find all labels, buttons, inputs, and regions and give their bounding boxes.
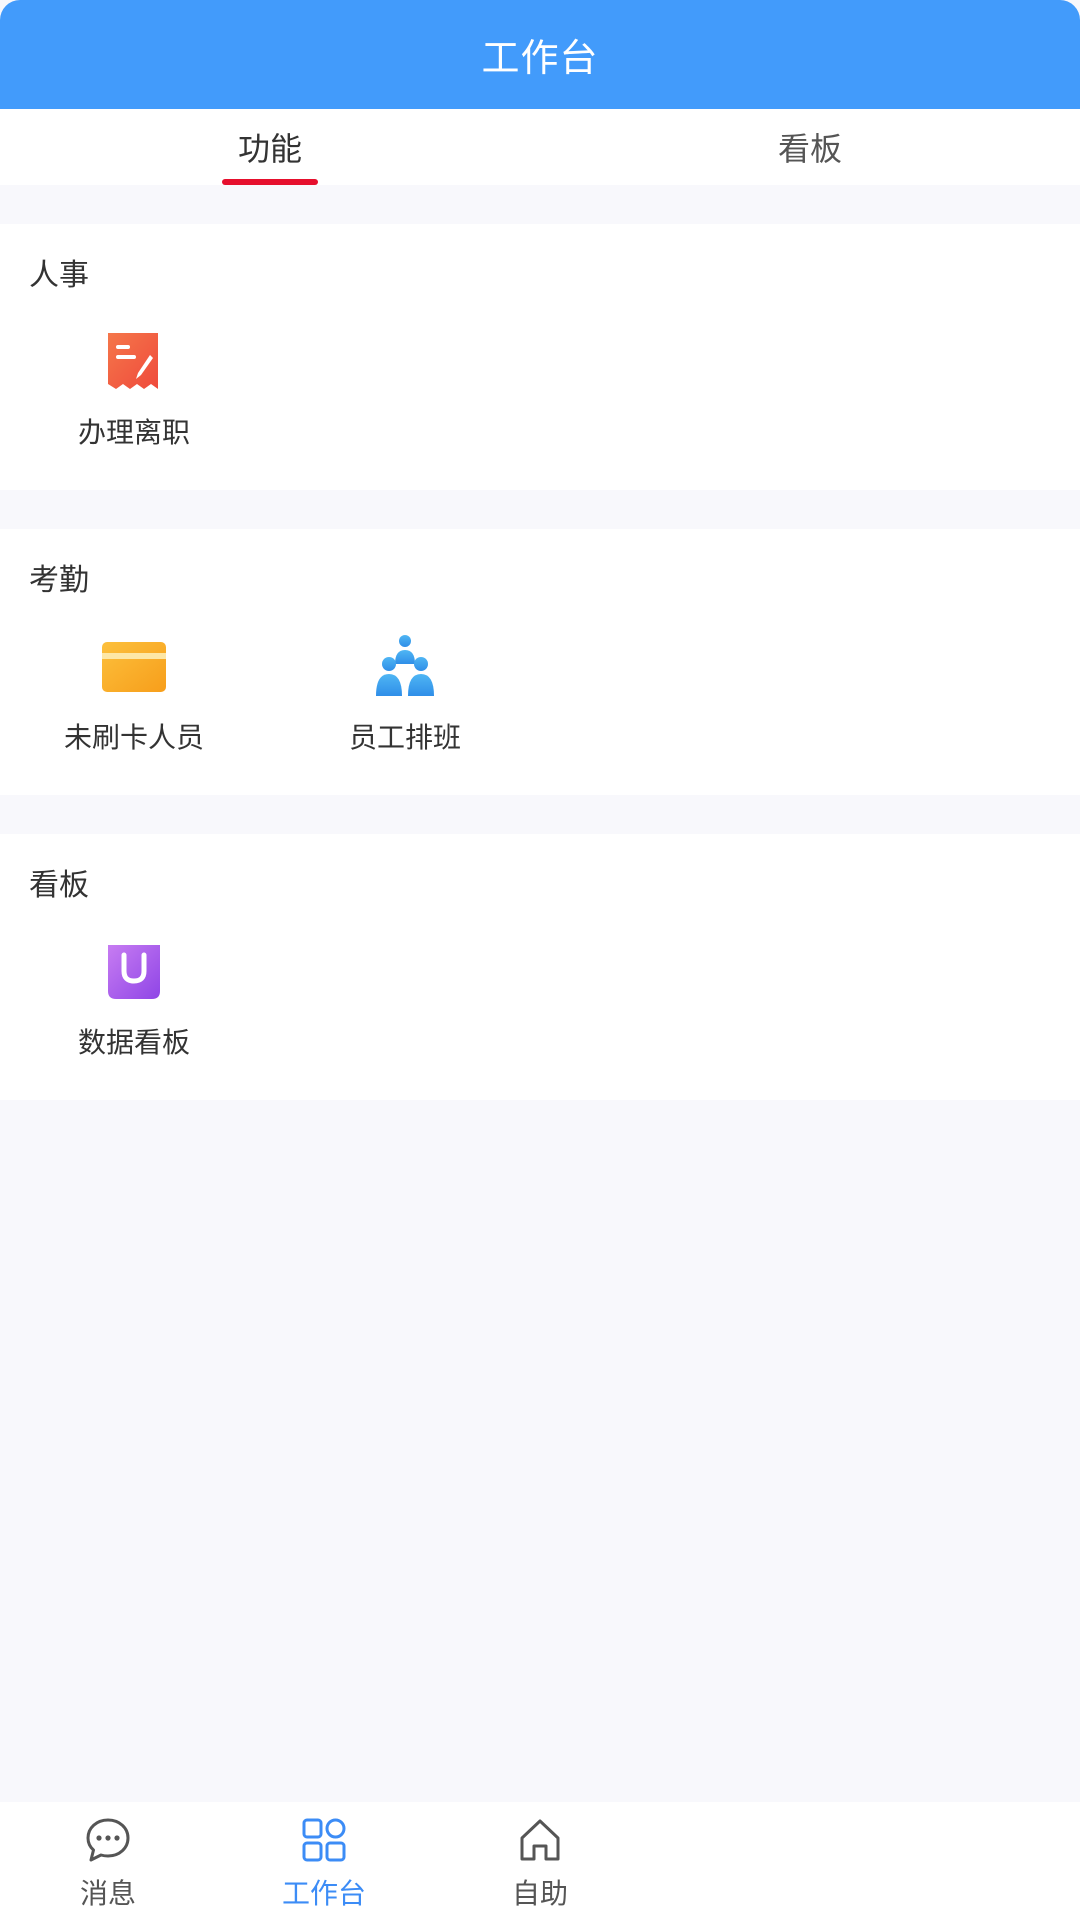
tile-label: 数据看板 xyxy=(77,1026,190,1059)
section-personnel: 人事 办理离职 xyxy=(0,224,1080,490)
tab-functions[interactable]: 功能 xyxy=(170,109,370,185)
active-tab-indicator xyxy=(222,179,318,185)
staff-schedule-tile[interactable]: 员工排班 xyxy=(295,634,515,764)
people-group-icon xyxy=(376,635,434,696)
bottom-tab-bar: 消息 工作台 自助 xyxy=(0,1802,1080,1920)
tile-label: 办理离职 xyxy=(77,416,190,449)
no-card-swipe-tile[interactable]: 未刷卡人员 xyxy=(24,634,244,764)
section-dashboard: 看板 数据看板 xyxy=(0,834,1080,1100)
chat-bubble-icon xyxy=(86,1818,130,1862)
section-title: 人事 xyxy=(29,258,89,293)
workbench-screen: 工作台 功能 看板 人事 办理离职 考勤 未刷卡人员 员工排班 看板 数据看板 … xyxy=(0,0,1080,1920)
section-title: 看板 xyxy=(29,868,89,903)
nav-self-service[interactable]: 自助 xyxy=(450,1802,630,1920)
nav-label: 消息 xyxy=(79,1877,136,1910)
app-header: 工作台 xyxy=(0,0,1080,109)
home-icon xyxy=(520,1819,560,1861)
grid-apps-icon xyxy=(302,1818,346,1862)
nav-label: 自助 xyxy=(511,1877,568,1910)
section-attendance: 考勤 未刷卡人员 员工排班 xyxy=(0,529,1080,795)
nav-workbench[interactable]: 工作台 xyxy=(234,1802,414,1920)
tile-label: 未刷卡人员 xyxy=(63,721,204,754)
tile-label: 员工排班 xyxy=(348,721,461,754)
page-title: 工作台 xyxy=(481,36,599,80)
nav-messages[interactable]: 消息 xyxy=(18,1802,198,1920)
resignation-tile[interactable]: 办理离职 xyxy=(24,329,244,459)
tab-bar: 功能 看板 xyxy=(0,109,1080,185)
data-dashboard-tile[interactable]: 数据看板 xyxy=(24,939,244,1069)
resignation-form-icon xyxy=(108,333,158,389)
nav-label: 工作台 xyxy=(281,1877,366,1910)
section-title: 考勤 xyxy=(29,563,89,598)
card-icon xyxy=(102,642,166,692)
tab-dashboard[interactable]: 看板 xyxy=(710,109,910,185)
shopping-bag-icon xyxy=(108,945,160,999)
